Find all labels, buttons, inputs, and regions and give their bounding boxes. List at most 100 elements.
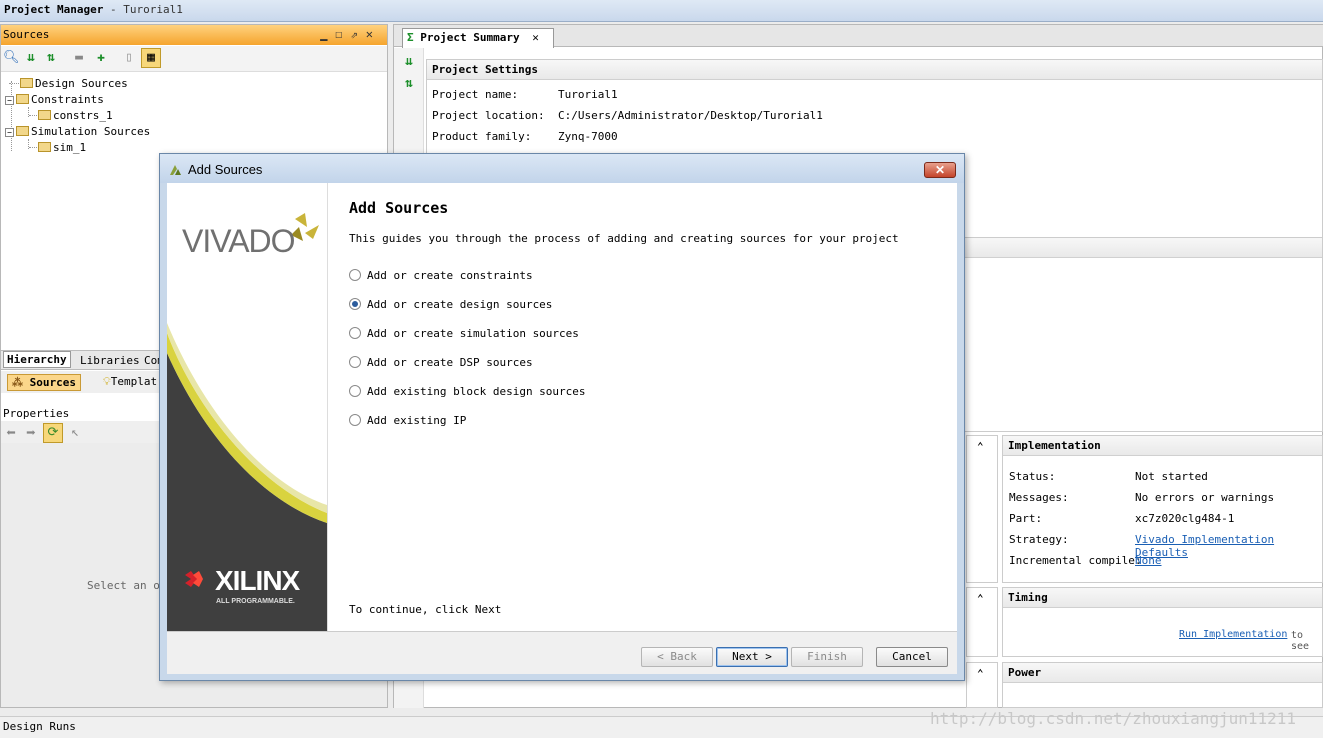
drc-section-partial: ⌃	[966, 587, 998, 657]
dialog-title: Add Sources	[188, 162, 263, 177]
project-name-title: Turorial1	[123, 3, 183, 16]
timing-section: Timing Run Implementation to see	[1002, 587, 1323, 657]
add-sources-icon[interactable]: ✚	[93, 50, 109, 66]
tree-sim-1[interactable]: sim_1	[29, 141, 86, 154]
impl-key: Messages:	[1009, 491, 1069, 504]
maximize-icon[interactable]: ☐	[335, 27, 350, 41]
impl-value: No errors or warnings	[1135, 491, 1275, 504]
tab-libraries[interactable]: Libraries	[77, 353, 143, 368]
radio-add-existing-ip[interactable]: Add existing IP	[349, 414, 466, 427]
subtab-label: Sources	[29, 376, 76, 389]
panel-window-controls: ▁☐⇗✕	[320, 27, 381, 41]
tab-project-summary[interactable]: Σ Project Summary ✕	[402, 28, 554, 48]
sources-header: Sources ▁☐⇗✕	[1, 25, 387, 45]
dialog-title-bar: Add Sources	[160, 154, 964, 183]
vivado-wordmark: VIVADO	[182, 223, 296, 259]
radio-button-selected[interactable]	[349, 298, 361, 310]
timing-title: Timing	[1003, 588, 1322, 608]
tree-label: Design Sources	[35, 77, 128, 90]
radio-button[interactable]	[349, 356, 361, 368]
summary-tab-label: Project Summary	[420, 31, 520, 44]
radio-button[interactable]	[349, 414, 361, 426]
dialog-body: VIVADO XILINX ALL PROGRAMMABLE. Add Sour…	[167, 183, 957, 674]
tree-label: sim_1	[53, 141, 87, 154]
radio-label: Add or create simulation sources	[367, 327, 579, 340]
close-tab-icon[interactable]: ✕	[532, 31, 539, 44]
radio-button[interactable]	[349, 269, 361, 281]
radio-label: Add or create design sources	[367, 298, 553, 311]
tree-simulation-sources[interactable]: − Simulation Sources	[5, 125, 150, 138]
radio-add-simulation-sources[interactable]: Add or create simulation sources	[349, 327, 579, 340]
settings-key: Project location:	[432, 109, 545, 122]
finish-button[interactable]: Finish	[791, 647, 863, 667]
implementation-section: Implementation Status: Not started Messa…	[1002, 435, 1323, 583]
radio-button[interactable]	[349, 327, 361, 339]
subtab-templates[interactable]: 💡︎Templat	[99, 374, 161, 390]
settings-value: Turorial1	[558, 88, 618, 101]
expand-all-icon[interactable]: ⇅	[43, 50, 59, 66]
back-button[interactable]: < Back	[641, 647, 713, 667]
radio-add-constraints[interactable]: Add or create constraints	[349, 269, 533, 282]
dialog-description: This guides you through the process of a…	[349, 232, 899, 245]
show-hierarchy-icon[interactable]: ▦	[141, 48, 161, 68]
dialog-heading: Add Sources	[349, 199, 449, 217]
collapse-toggle-icon[interactable]: −	[5, 96, 14, 105]
next-button[interactable]: Next >	[716, 647, 788, 667]
search-icon[interactable]: 🔍︎	[3, 50, 20, 66]
add-sources-dialog: Add Sources ✕ VIVADO XILINX ALL PROGRAMM…	[159, 153, 965, 681]
collapse-all-icon[interactable]: ⇊	[23, 50, 39, 66]
settings-value: Zynq-7000	[558, 130, 618, 143]
forward-arrow-icon[interactable]: ➡︎	[23, 425, 39, 441]
app-title: Project Manager	[4, 3, 104, 16]
folder-icon	[38, 142, 51, 152]
implementation-title: Implementation	[1003, 436, 1322, 456]
design-runs-label[interactable]: Design Runs	[3, 720, 76, 733]
util-section-partial: ⌃	[966, 662, 998, 708]
lightbulb-icon: 💡︎	[103, 375, 111, 388]
cancel-button[interactable]: Cancel	[876, 647, 948, 667]
impl-key: Strategy:	[1009, 533, 1069, 546]
subtab-sources[interactable]: ⁂ Sources	[7, 374, 81, 391]
summary-tabbar: Σ Project Summary ✕	[394, 25, 1323, 48]
radio-add-design-sources[interactable]: Add or create design sources	[349, 298, 552, 311]
radio-label: Add or create DSP sources	[367, 356, 533, 369]
folder-icon	[16, 126, 29, 136]
impl-key: Incremental compile:	[1009, 554, 1142, 567]
properties-empty-text: Select an ob	[87, 579, 167, 592]
float-icon[interactable]: ⇗	[351, 27, 366, 41]
close-icon[interactable]: ✕	[366, 27, 381, 41]
radio-add-block-design-sources[interactable]: Add existing block design sources	[349, 385, 586, 398]
tree-design-sources[interactable]: Design Sources	[9, 77, 128, 90]
collapse-toggle-icon[interactable]: −	[5, 128, 14, 137]
collapse-all-icon[interactable]: ⇊	[401, 54, 417, 70]
expand-all-icon[interactable]: ⇅	[401, 76, 417, 92]
strategy-link[interactable]: Vivado Implementation Defaults	[1135, 533, 1322, 559]
sync-selection-icon[interactable]: ⟳	[43, 423, 63, 443]
window-title-bar: Project Manager - Turorial1	[0, 0, 1323, 22]
tree-label: constrs_1	[53, 109, 113, 122]
dialog-footer: < Back Next > Finish Cancel	[167, 631, 957, 674]
xilinx-wordmark: XILINX	[215, 565, 300, 596]
collapse-up-icon[interactable]: ⌃	[977, 440, 984, 453]
tab-hierarchy[interactable]: Hierarchy	[3, 351, 71, 368]
xilinx-tagline: ALL PROGRAMMABLE.	[216, 598, 295, 605]
incremental-compile-link[interactable]: None	[1135, 554, 1162, 567]
run-implementation-link[interactable]: Run Implementation	[1179, 629, 1287, 640]
synthesis-section-partial: ⌃	[966, 435, 998, 583]
minimize-icon[interactable]: ▁	[320, 27, 335, 41]
radio-add-dsp-sources[interactable]: Add or create DSP sources	[349, 356, 533, 369]
tree-constraints[interactable]: − Constraints	[5, 93, 104, 106]
dialog-close-button[interactable]: ✕	[924, 162, 956, 178]
collapse-up-icon[interactable]: ⌃	[977, 667, 984, 680]
settings-key: Project name:	[432, 88, 519, 101]
back-arrow-icon[interactable]: ⬅︎	[3, 425, 19, 441]
tree-constrs-1[interactable]: constrs_1	[29, 109, 113, 122]
document-icon[interactable]: ▯	[121, 50, 137, 66]
collapse-up-icon[interactable]: ⌃	[977, 592, 984, 605]
sigma-icon: Σ	[407, 31, 414, 44]
continue-instructions: To continue, click Next	[349, 603, 502, 616]
sources-toolbar: 🔍︎ ⇊ ⇅ ▬ ✚ ▯ ▦	[1, 46, 387, 72]
folder-icon[interactable]: ▬	[71, 50, 87, 66]
pointer-icon[interactable]: ↖	[67, 425, 83, 441]
radio-button[interactable]	[349, 385, 361, 397]
